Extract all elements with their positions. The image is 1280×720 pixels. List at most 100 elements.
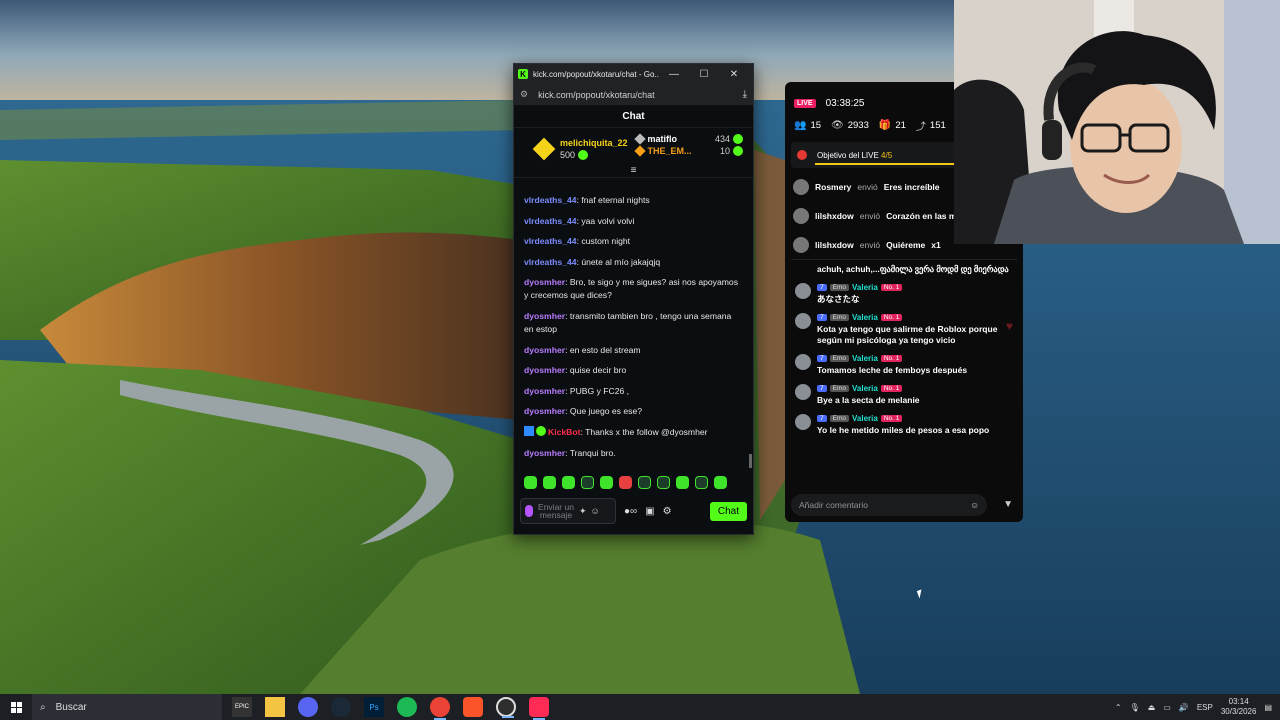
comment-item: 7 Emo Valeria No. 1 Yo le he metido miles de… — [785, 414, 1023, 436]
kick-chat-popout-window[interactable]: K kick.com/popout/xkotaru/chat - Go... —… — [513, 63, 754, 535]
top-gifter[interactable]: melichiquita_22 500 — [532, 134, 628, 164]
supporter-row[interactable]: matiflo 434 — [633, 133, 743, 145]
chrome-icon[interactable] — [430, 697, 450, 720]
brave-icon[interactable] — [463, 697, 483, 717]
chat-text: : PUBG y FC26 , — [565, 385, 630, 396]
spotify-icon[interactable] — [397, 697, 417, 717]
start-button[interactable] — [0, 701, 32, 713]
emoji-icon[interactable]: ☺ — [970, 500, 979, 510]
chat-message[interactable]: dyosmher: transmito tambien bro , tengo … — [524, 310, 743, 336]
chat-username[interactable]: vlrdeaths_44 — [524, 257, 577, 267]
window-title: kick.com/popout/xkotaru/chat - Go... — [533, 69, 659, 79]
chat-message[interactable]: KickBot: Thanks x the follow @dyosmher — [524, 425, 743, 439]
chat-message[interactable]: dyosmher: PUBG y FC26 , — [524, 385, 743, 398]
emote-icon[interactable] — [714, 476, 727, 489]
chat-username[interactable]: dyosmher — [524, 448, 565, 458]
kick-favicon-icon: K — [518, 69, 528, 79]
chat-username[interactable]: dyosmher — [524, 406, 565, 416]
chat-message[interactable]: vlrdeaths_44: yaa volvi volvi — [524, 215, 743, 228]
comment-input[interactable]: Añadir comentario ☺ — [791, 494, 987, 516]
chat-message[interactable]: dyosmher: Bro, te sigo y me sigues? asi … — [524, 276, 743, 302]
chat-message[interactable]: vlrdeaths_44: custom night — [524, 235, 743, 248]
close-button[interactable]: ✕ — [719, 69, 749, 80]
url-text[interactable]: kick.com/popout/xkotaru/chat — [538, 90, 743, 100]
top-gifter-name: melichiquita_22 — [560, 138, 628, 148]
chat-message[interactable]: dyosmher: en esto del stream — [524, 344, 743, 357]
emo-badge: Emo — [829, 314, 849, 321]
notifications-icon[interactable]: ▤ — [1264, 703, 1272, 712]
chat-text: : Que juego es ese? — [565, 406, 642, 417]
chat-username[interactable]: KickBot — [548, 427, 580, 437]
address-bar[interactable]: ⚙ kick.com/popout/xkotaru/chat ⤓ — [514, 84, 753, 106]
chat-username[interactable]: dyosmher — [524, 386, 565, 396]
chat-message[interactable]: vlrdeaths_44: fnaf eternal nights — [524, 194, 743, 207]
minimize-button[interactable]: — — [659, 69, 689, 80]
chat-username[interactable]: vlrdeaths_44 — [524, 216, 577, 226]
message-input[interactable]: Enviar un mensaje ✦ ☺ — [520, 498, 616, 524]
chat-username[interactable]: dyosmher — [524, 311, 565, 321]
chevron-up-icon[interactable]: ⌃ — [1115, 703, 1122, 712]
emoji-icon[interactable]: ☺ — [591, 506, 600, 516]
file-explorer-icon[interactable] — [265, 697, 285, 717]
usb-icon[interactable]: ⏏ — [1148, 703, 1156, 712]
emote-icon[interactable] — [581, 476, 594, 489]
emote-icon[interactable] — [600, 476, 613, 489]
chat-text: : en esto del stream — [565, 344, 641, 355]
filter-icon[interactable]: ▼ — [1003, 499, 1013, 510]
mic-icon[interactable]: 🎙 — [1130, 703, 1140, 712]
chat-username[interactable]: dyosmher — [524, 277, 565, 287]
emote-icon[interactable] — [638, 476, 651, 489]
photoshop-icon[interactable]: Ps — [364, 697, 384, 717]
chat-message[interactable]: dyosmher: quise decir bro — [524, 364, 743, 377]
steam-icon[interactable] — [331, 697, 351, 717]
window-titlebar[interactable]: K kick.com/popout/xkotaru/chat - Go... —… — [514, 64, 753, 84]
volume-icon[interactable]: 🔊 — [1179, 703, 1189, 712]
discord-icon[interactable] — [298, 697, 318, 717]
search-label: Buscar — [55, 701, 87, 713]
chat-message[interactable]: dyosmher: Tranqui bro. — [524, 447, 743, 460]
taskbar-search[interactable]: ⌕ Buscar — [32, 694, 222, 720]
avatar — [793, 207, 809, 224]
comment-text: Tomamos leche de femboys después — [817, 365, 968, 375]
verified-badge-icon — [536, 425, 546, 436]
chat-username[interactable]: vlrdeaths_44 — [524, 195, 577, 205]
chat-username[interactable]: dyosmher — [524, 365, 565, 375]
emote-icon[interactable] — [619, 476, 632, 489]
store-icon[interactable]: ▣ — [645, 506, 654, 517]
emote-icon[interactable] — [657, 476, 670, 489]
settings-gear-icon[interactable]: ⚙ — [663, 506, 672, 517]
rank-badge: No. 1 — [880, 385, 903, 392]
network-icon[interactable]: ▭ — [1163, 703, 1171, 712]
points-icon[interactable]: ●∞ — [624, 506, 637, 517]
site-settings-icon[interactable]: ⚙ — [520, 89, 528, 100]
tiktok-icon[interactable] — [529, 697, 549, 720]
translate-icon[interactable]: ✦ — [579, 506, 587, 517]
emote-icon[interactable] — [543, 476, 556, 489]
rank-badge: No. 1 — [880, 314, 903, 321]
download-icon[interactable]: ⤓ — [743, 89, 747, 100]
chat-message[interactable]: dyosmher: Que juego es ese? — [524, 405, 743, 418]
epic-games-icon[interactable]: EPIC — [232, 697, 252, 717]
gift-count: x1 — [931, 239, 941, 250]
comment-item: 7 Emo Valeria No. 1 Kota ya tengo que salirm… — [785, 313, 1023, 346]
stat-value: 21 — [895, 119, 906, 131]
mic-icon[interactable] — [525, 505, 533, 517]
gift-user: lilshxdow — [815, 239, 854, 250]
collapse-pinned-icon[interactable]: ≡ — [514, 164, 753, 178]
emote-icon[interactable] — [524, 476, 537, 489]
chat-message[interactable]: vlrdeaths_44: únete al mío jakajqjq — [524, 256, 743, 269]
chat-scrollbar[interactable] — [749, 454, 752, 468]
emote-icon[interactable] — [562, 476, 575, 489]
chat-username[interactable]: dyosmher — [524, 345, 565, 355]
supporter-value: 434 — [714, 134, 730, 144]
taskbar-clock[interactable]: 03:14 30/3/2026 — [1221, 697, 1257, 717]
comment-user: Valeria — [852, 414, 878, 423]
send-chat-button[interactable]: Chat — [709, 501, 747, 521]
maximize-button[interactable]: ☐ — [689, 69, 719, 80]
language-indicator[interactable]: ESP — [1197, 703, 1213, 712]
emote-icon[interactable] — [676, 476, 689, 489]
chat-username[interactable]: vlrdeaths_44 — [524, 236, 577, 246]
supporter-row[interactable]: THE_EM... 10 — [633, 145, 743, 157]
obs-icon[interactable] — [496, 697, 516, 718]
emote-icon[interactable] — [695, 476, 708, 489]
